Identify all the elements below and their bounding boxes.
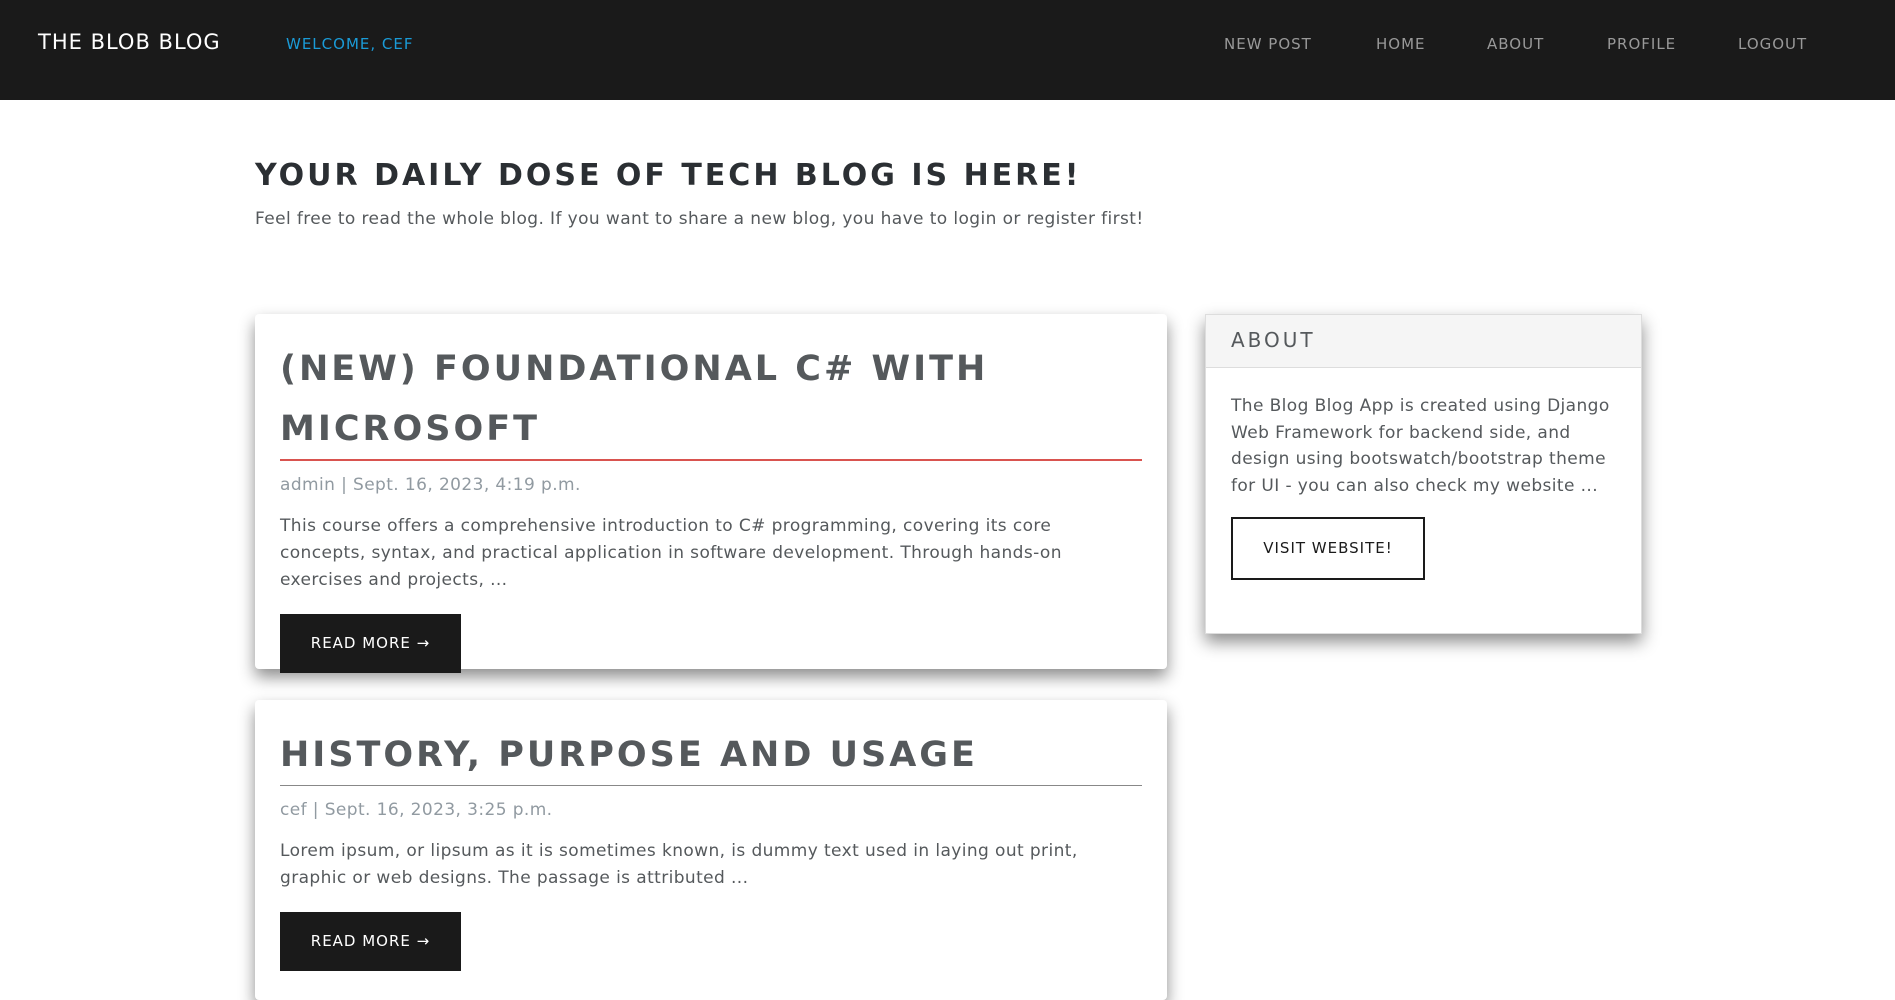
brand-link[interactable]: THE BLOB BLOG — [38, 30, 221, 54]
visit-website-button[interactable]: VISIT WEBSITE! — [1231, 517, 1425, 580]
nav-home[interactable]: HOME — [1376, 35, 1426, 53]
post-title[interactable]: (NEW) FOUNDATIONAL C# WITH MICROSOFT — [280, 339, 1142, 461]
post-card: (NEW) FOUNDATIONAL C# WITH MICROSOFT adm… — [255, 314, 1167, 673]
navbar: THE BLOB BLOG WELCOME, CEF NEW POST HOME… — [0, 0, 1895, 100]
nav-logout[interactable]: LOGOUT — [1738, 35, 1807, 53]
page-title: YOUR DAILY DOSE OF TECH BLOG IS HERE! — [255, 158, 1082, 193]
post-excerpt: Lorem ipsum, or lipsum as it is sometime… — [280, 841, 1078, 888]
read-more-button[interactable]: READ MORE → — [280, 912, 461, 971]
welcome-text: WELCOME, CEF — [286, 35, 414, 53]
post-excerpt: This course offers a comprehensive intro… — [280, 516, 1062, 590]
sidebar-title: ABOUT — [1206, 315, 1641, 368]
post-meta: cef | Sept. 16, 2023, 3:25 p.m. — [280, 800, 553, 820]
post-card: HISTORY, PURPOSE AND USAGE cef | Sept. 1… — [255, 700, 1167, 1000]
nav-about[interactable]: ABOUT — [1487, 35, 1544, 53]
post-meta: admin | Sept. 16, 2023, 4:19 p.m. — [280, 475, 581, 495]
nav-profile[interactable]: PROFILE — [1607, 35, 1676, 53]
sidebar-text: The Blog Blog App is created using Djang… — [1231, 396, 1610, 496]
post-title[interactable]: HISTORY, PURPOSE AND USAGE — [280, 725, 1142, 786]
read-more-button[interactable]: READ MORE → — [280, 614, 461, 673]
about-sidebar: ABOUT The Blog Blog App is created using… — [1205, 314, 1642, 634]
nav-new-post[interactable]: NEW POST — [1224, 35, 1312, 53]
page-subtitle: Feel free to read the whole blog. If you… — [255, 209, 1144, 229]
